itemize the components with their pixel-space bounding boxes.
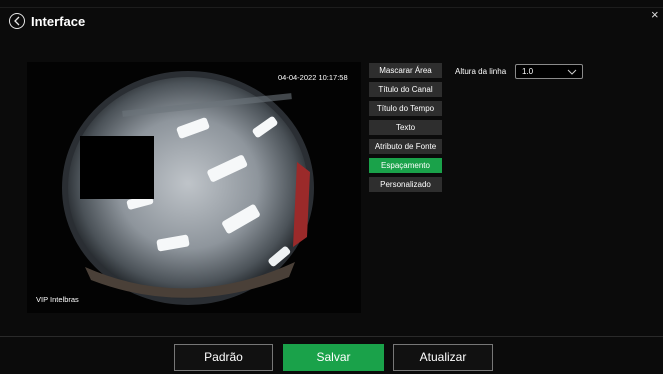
video-preview: 04-04-2022 10:17:58 VIP Intelbras: [27, 62, 361, 313]
privacy-mask-area[interactable]: [80, 136, 154, 199]
menu-text[interactable]: Texto: [369, 120, 442, 135]
osd-channel-title[interactable]: VIP Intelbras: [36, 295, 79, 304]
back-button[interactable]: [9, 13, 25, 29]
line-height-label: Altura da linha: [455, 67, 507, 76]
chevron-left-icon: [14, 16, 20, 26]
menu-mask-area[interactable]: Mascarar Área: [369, 63, 442, 78]
close-icon[interactable]: ×: [651, 8, 659, 21]
refresh-button[interactable]: Atualizar: [393, 344, 493, 371]
interface-panel: Interface × 04-04-2022 10:17:58 VIP Inte…: [0, 0, 663, 374]
save-button[interactable]: Salvar: [283, 344, 384, 371]
chevron-down-icon: [567, 69, 577, 75]
menu-channel-title[interactable]: Título do Canal: [369, 82, 442, 97]
bottom-divider: [0, 336, 663, 337]
osd-timestamp[interactable]: 04-04-2022 10:17:58: [278, 73, 348, 82]
line-height-select[interactable]: 1.0: [515, 64, 583, 79]
menu-custom[interactable]: Personalizado: [369, 177, 442, 192]
menu-time-title[interactable]: Título do Tempo: [369, 101, 442, 116]
default-button[interactable]: Padrão: [174, 344, 273, 371]
page-title: Interface: [31, 14, 86, 29]
menu-font-attribute[interactable]: Atributo de Fonte: [369, 139, 442, 154]
top-divider: [0, 7, 663, 8]
line-height-value: 1.0: [522, 67, 534, 76]
fisheye-camera-image: [27, 62, 361, 313]
menu-spacing[interactable]: Espaçamento: [369, 158, 442, 173]
